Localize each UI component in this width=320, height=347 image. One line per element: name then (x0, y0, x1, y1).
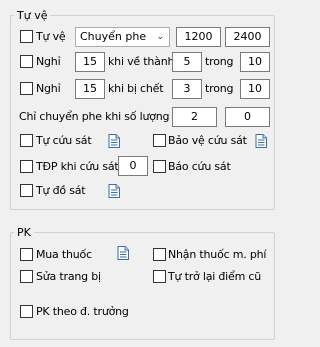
mua-thuoc-label: Mua thuốc (36, 248, 92, 261)
tdp-value-field[interactable]: 0 (118, 156, 148, 176)
nghi-ve-thanh-trong-label: trong (205, 55, 234, 68)
bao-cuu-sat-label: Báo cứu sát (168, 160, 231, 173)
tu-ve-label: Tự vệ (36, 30, 66, 43)
skill-select-value: Chuyển phe (80, 30, 147, 43)
nghi-bi-chet-count-field[interactable]: 3 (172, 79, 202, 99)
bao-ve-cuu-sat-checkbox[interactable] (153, 134, 166, 147)
nghi-bi-chet-value-field[interactable]: 15 (75, 79, 105, 99)
nhan-thuoc-label: Nhận thuốc m. phí (168, 248, 267, 261)
nghi-ve-thanh-count-field[interactable]: 5 (172, 52, 202, 72)
pk-theo-label: PK theo đ. trưởng (36, 305, 129, 318)
tu-tro-lai-label: Tự trở lại điểm cũ (168, 270, 262, 283)
tu-do-sat-doc-icon[interactable] (108, 184, 120, 198)
nghi-ve-thanh-text: khi về thành (108, 55, 175, 68)
pk-group-title: PK (14, 226, 34, 239)
nghi-ve-thanh-value-field[interactable]: 15 (75, 52, 105, 72)
nghi-bi-chet-trong-label: trong (205, 82, 234, 95)
nghi-ve-thanh-total-field[interactable]: 10 (240, 52, 270, 72)
value-b-field[interactable]: 2400 (225, 27, 270, 47)
tdp-khi-cuu-sat-checkbox[interactable] (20, 160, 33, 173)
bao-cuu-sat-checkbox[interactable] (153, 160, 166, 173)
tu-tro-lai-checkbox[interactable] (153, 270, 166, 283)
bao-ve-cuu-sat-doc-icon[interactable] (255, 134, 267, 148)
tu-do-sat-label: Tự đồ sát (36, 184, 86, 197)
nghi-bi-chet-total-field[interactable]: 10 (240, 79, 270, 99)
sua-trang-bi-label: Sửa trang bị (36, 270, 101, 283)
chi-chuyen-phe-label: Chỉ chuyển phe khi số lượng (19, 110, 170, 123)
sua-trang-bi-checkbox[interactable] (20, 270, 33, 283)
value-a-field[interactable]: 1200 (176, 27, 221, 47)
chi-chuyen-a-field[interactable]: 2 (172, 107, 217, 127)
tu-do-sat-checkbox[interactable] (20, 184, 33, 197)
nghi-ve-thanh-checkbox[interactable] (20, 55, 33, 68)
tu-cuu-sat-checkbox[interactable] (20, 134, 33, 147)
pk-theo-checkbox[interactable] (20, 305, 33, 318)
nghi-bi-chet-checkbox[interactable] (20, 82, 33, 95)
nghi-ve-thanh-label: Nghỉ (36, 55, 61, 68)
chevron-down-icon: ⌄ (156, 32, 164, 42)
mua-thuoc-doc-icon[interactable] (117, 246, 129, 260)
nhan-thuoc-checkbox[interactable] (153, 248, 166, 261)
mua-thuoc-checkbox[interactable] (20, 248, 33, 261)
nghi-bi-chet-label: Nghỉ (36, 82, 61, 95)
bao-ve-cuu-sat-label: Bảo vệ cứu sát (168, 134, 247, 147)
tu-cuu-sat-label: Tự cứu sát (36, 134, 92, 147)
tu-ve-checkbox[interactable] (20, 30, 33, 43)
chi-chuyen-b-field[interactable]: 0 (225, 107, 270, 127)
nghi-bi-chet-text: khi bị chết (108, 82, 164, 95)
tu-cuu-sat-doc-icon[interactable] (108, 134, 120, 148)
tu-ve-group-title: Tự vệ (14, 9, 51, 22)
tdp-khi-cuu-sat-label: TĐP khi cứu sát (36, 160, 119, 173)
skill-select[interactable]: Chuyển phe ⌄ (75, 27, 170, 47)
